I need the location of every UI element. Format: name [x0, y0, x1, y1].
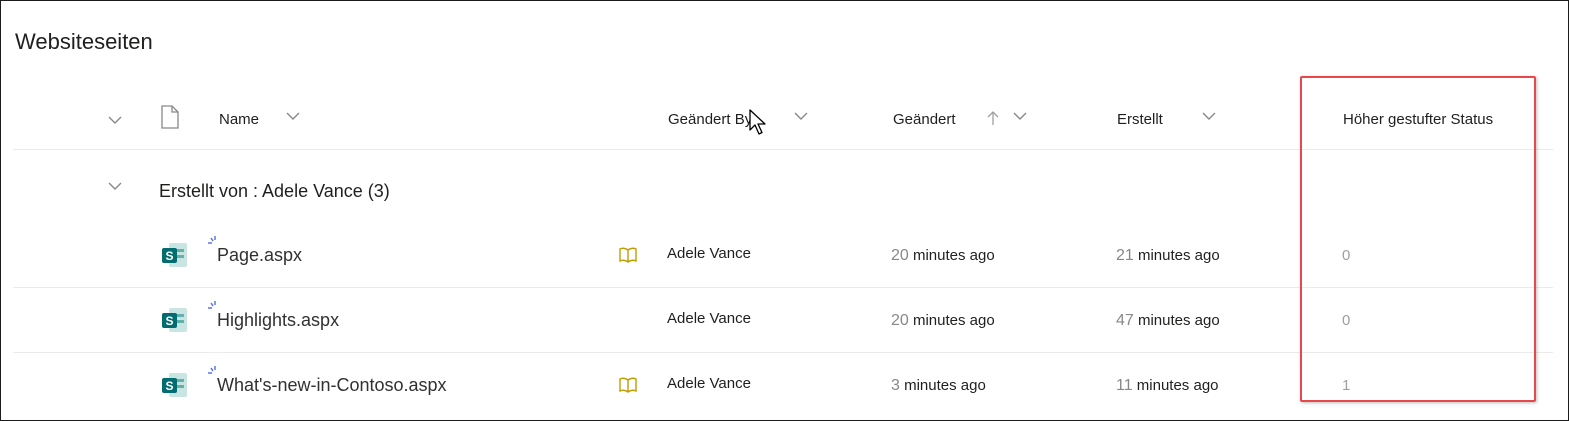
modified-cell: 3 minutes ago	[891, 377, 986, 395]
modified-unit: minutes ago	[912, 247, 995, 264]
modified-by-cell[interactable]: Adele Vance	[667, 375, 751, 392]
chevron-down-icon[interactable]	[793, 111, 809, 121]
modified-cell: 20 minutes ago	[891, 247, 995, 265]
modified-value: 20	[891, 312, 909, 329]
group-collapse-chevron-down-icon[interactable]	[107, 181, 123, 191]
column-header-modified-by[interactable]: Geändert By	[668, 111, 752, 128]
modified-cell: 20 minutes ago	[891, 312, 995, 330]
group-header-label: Erstellt von : Adele Vance (3)	[159, 181, 390, 201]
file-name-link[interactable]: Highlights.aspx	[217, 310, 339, 331]
created-cell: 21 minutes ago	[1116, 247, 1220, 265]
created-unit: minutes ago	[1137, 312, 1220, 329]
sharepoint-page-icon: S	[162, 243, 187, 267]
page-title: Websiteseiten	[15, 29, 153, 54]
new-item-badge-icon	[208, 366, 216, 374]
column-header-modified[interactable]: Geändert	[893, 111, 956, 128]
sharepoint-page-icon: S	[162, 308, 187, 332]
file-name-link[interactable]: What's-new-in-Contoso.aspx	[217, 375, 447, 396]
chevron-down-icon[interactable]	[1012, 111, 1028, 121]
svg-text:S: S	[165, 249, 173, 263]
modified-unit: minutes ago	[912, 312, 995, 329]
chevron-down-icon[interactable]	[1201, 111, 1217, 121]
created-cell: 47 minutes ago	[1116, 312, 1220, 330]
column-header-name-label: Name	[219, 111, 260, 128]
column-header-modified-by-label: Geändert By	[668, 111, 753, 128]
column-header-modified-label: Geändert	[893, 111, 956, 128]
created-value: 11	[1116, 377, 1133, 394]
file-name-link[interactable]: Page.aspx	[217, 245, 302, 266]
arrow-up-icon[interactable]	[986, 110, 1000, 126]
table-row[interactable]: S Highlights.aspx Adele Vance 20 minutes…	[13, 288, 1553, 353]
created-value: 21	[1116, 247, 1134, 264]
column-header-created[interactable]: Erstellt	[1117, 111, 1163, 128]
column-header-name[interactable]: Name	[219, 111, 259, 128]
table-row[interactable]: S What's-new-in-Contoso.aspx Adele Vance…	[13, 353, 1553, 417]
column-header-promoted-state-label: Höher gestufter Status	[1343, 111, 1494, 128]
promoted-state-cell: 1	[1342, 377, 1351, 394]
site-pages-library: Websiteseiten Name Geändert By Geändert	[0, 0, 1569, 421]
mouse-pointer-icon	[749, 109, 766, 135]
promoted-state-cell: 0	[1342, 312, 1351, 329]
column-header-promoted-state[interactable]: Höher gestufter Status	[1343, 111, 1493, 128]
column-header-created-label: Erstellt	[1117, 111, 1163, 128]
chevron-down-icon[interactable]	[285, 111, 301, 121]
modified-value: 3	[891, 377, 900, 394]
modified-by-cell[interactable]: Adele Vance	[667, 245, 751, 262]
created-value: 47	[1116, 312, 1134, 329]
document-icon[interactable]	[160, 105, 180, 129]
table-row[interactable]: S Page.aspx Adele Vance 20 minutes ago 2…	[13, 223, 1553, 288]
svg-text:S: S	[165, 379, 173, 393]
chevron-down-icon[interactable]	[107, 115, 123, 125]
book-icon	[619, 377, 637, 393]
new-item-badge-icon	[208, 236, 216, 244]
column-header-row: Name Geändert By Geändert Erstellt Höher…	[13, 91, 1553, 150]
created-cell: 11 minutes ago	[1116, 377, 1219, 395]
modified-unit: minutes ago	[904, 377, 986, 394]
created-unit: minutes ago	[1137, 247, 1220, 264]
promoted-state-cell: 0	[1342, 247, 1351, 264]
sharepoint-page-icon: S	[162, 373, 187, 397]
modified-by-cell[interactable]: Adele Vance	[667, 310, 751, 327]
new-item-badge-icon	[208, 301, 216, 309]
modified-value: 20	[891, 247, 909, 264]
book-icon	[619, 247, 637, 263]
svg-text:S: S	[165, 314, 173, 328]
created-unit: minutes ago	[1136, 377, 1219, 394]
